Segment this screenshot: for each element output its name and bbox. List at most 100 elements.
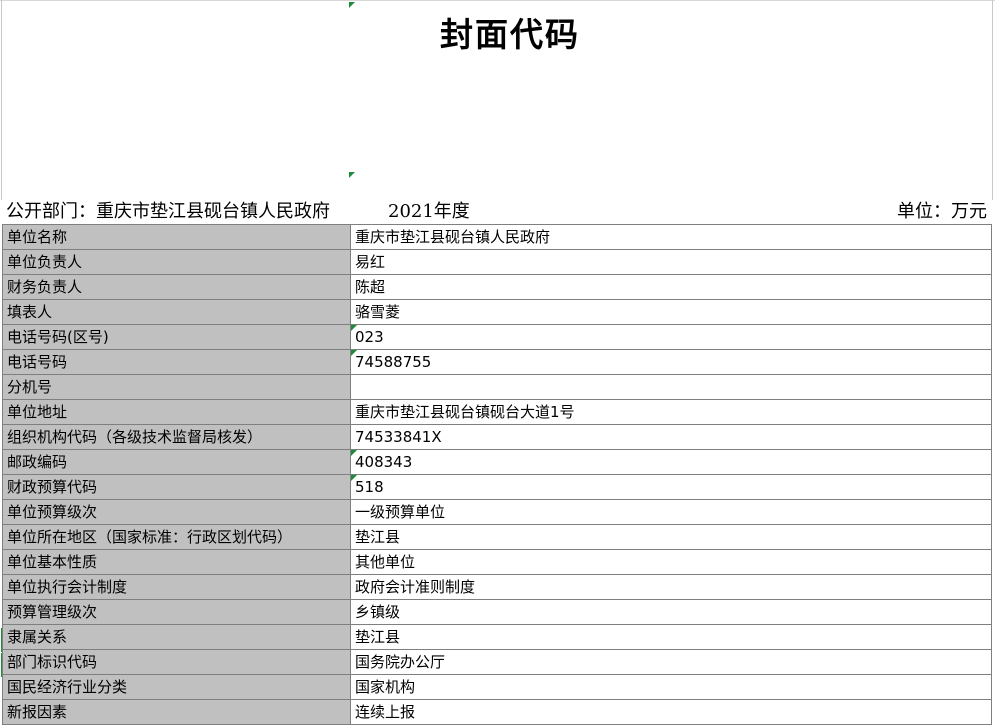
- field-label-cell[interactable]: 预算管理级次: [2, 599, 351, 625]
- frame-top-border: [0, 0, 995, 1]
- field-value-cell[interactable]: 023: [350, 324, 992, 350]
- field-label-cell[interactable]: 隶属关系: [2, 624, 351, 650]
- field-value: 国家机构: [355, 678, 416, 696]
- field-label: 电话号码: [7, 353, 68, 371]
- field-value: 023: [355, 328, 384, 346]
- field-label-cell[interactable]: 单位预算级次: [2, 499, 351, 525]
- table-row: 单位名称 重庆市垫江县砚台镇人民政府: [2, 224, 992, 250]
- department-label: 公开部门：重庆市垫江县砚台镇人民政府: [6, 201, 330, 222]
- field-label: 单位所在地区（国家标准：行政区划代码）: [7, 528, 293, 546]
- field-label-cell[interactable]: 国民经济行业分类: [2, 674, 351, 700]
- field-label-cell[interactable]: 组织机构代码（各级技术监督局核发）: [2, 424, 351, 450]
- field-value: 其他单位: [355, 553, 416, 571]
- field-label: 国民经济行业分类: [7, 678, 128, 696]
- table-row: 填表人 骆雪菱: [2, 299, 992, 325]
- field-label-cell[interactable]: 分机号: [2, 374, 351, 400]
- table-row: 单位执行会计制度 政府会计准则制度: [2, 574, 992, 600]
- field-value: 陈超: [355, 278, 386, 296]
- field-label: 隶属关系: [7, 628, 68, 646]
- field-value-cell[interactable]: 易红: [350, 249, 992, 275]
- year-label: 2021年度: [388, 201, 470, 222]
- table-row: 部门标识代码 国务院办公厅: [2, 649, 992, 675]
- field-value-cell[interactable]: 骆雪菱: [350, 299, 992, 325]
- field-value-cell[interactable]: 74588755: [350, 349, 992, 375]
- field-value-cell[interactable]: 国务院办公厅: [350, 649, 992, 675]
- field-value: 垫江县: [355, 628, 401, 646]
- field-value-cell[interactable]: 重庆市垫江县砚台镇人民政府: [350, 224, 992, 250]
- field-label: 单位地址: [7, 403, 68, 421]
- field-label-cell[interactable]: 部门标识代码: [2, 649, 351, 675]
- field-label: 单位负责人: [7, 253, 83, 271]
- text-number-marker-icon: [351, 350, 357, 356]
- field-value: 乡镇级: [355, 603, 401, 621]
- unit-label: 单位：万元: [897, 201, 987, 222]
- field-value: 74533841X: [355, 428, 442, 446]
- field-label-cell[interactable]: 单位名称: [2, 224, 351, 250]
- field-label-cell[interactable]: 新报因素: [2, 699, 351, 725]
- field-value-cell[interactable]: 国家机构: [350, 674, 992, 700]
- field-label-cell[interactable]: 电话号码(区号): [2, 324, 351, 350]
- field-value-cell[interactable]: 陈超: [350, 274, 992, 300]
- field-value: 重庆市垫江县砚台镇砚台大道1号: [355, 403, 575, 421]
- field-label-cell[interactable]: 填表人: [2, 299, 351, 325]
- field-value-cell[interactable]: 垫江县: [350, 524, 992, 550]
- field-label-cell[interactable]: 单位执行会计制度: [2, 574, 351, 600]
- field-value-cell[interactable]: 518: [350, 474, 992, 500]
- field-label-cell[interactable]: 单位负责人: [2, 249, 351, 275]
- field-label-cell[interactable]: 单位基本性质: [2, 549, 351, 575]
- field-value: 易红: [355, 253, 386, 271]
- field-label: 组织机构代码（各级技术监督局核发）: [7, 428, 263, 446]
- field-label: 单位基本性质: [7, 553, 98, 571]
- field-label-cell[interactable]: 电话号码: [2, 349, 351, 375]
- field-value-cell[interactable]: 其他单位: [350, 549, 992, 575]
- field-value: 连续上报: [355, 703, 416, 721]
- field-label: 填表人: [7, 303, 53, 321]
- table-row: 国民经济行业分类 国家机构: [2, 674, 992, 700]
- page-title: 封面代码: [440, 15, 580, 54]
- field-label: 分机号: [7, 378, 53, 396]
- field-value: 518: [355, 478, 384, 496]
- field-value: 骆雪菱: [355, 303, 401, 321]
- table-row: 单位所在地区（国家标准：行政区划代码） 垫江县: [2, 524, 992, 550]
- table-row: 财政预算代码 518: [2, 474, 992, 500]
- field-value-cell[interactable]: 重庆市垫江县砚台镇砚台大道1号: [350, 399, 992, 425]
- field-value: 国务院办公厅: [355, 653, 446, 671]
- table-row: 新报因素 连续上报: [2, 699, 992, 725]
- spreadsheet-sheet: 封面代码 公开部门：重庆市垫江县砚台镇人民政府 2021年度 单位：万元 单位名…: [0, 0, 995, 725]
- field-label: 预算管理级次: [7, 603, 98, 621]
- comment-marker-icon: [349, 172, 355, 178]
- table-row: 单位基本性质 其他单位: [2, 549, 992, 575]
- field-label: 财务负责人: [7, 278, 83, 296]
- field-value: 一级预算单位: [355, 503, 446, 521]
- field-value-cell[interactable]: [350, 374, 992, 400]
- field-value: 政府会计准则制度: [355, 578, 476, 596]
- field-label: 邮政编码: [7, 453, 68, 471]
- field-label: 部门标识代码: [7, 653, 98, 671]
- field-label: 电话号码(区号): [7, 328, 109, 346]
- field-value: 408343: [355, 453, 413, 471]
- field-label-cell[interactable]: 单位地址: [2, 399, 351, 425]
- table-row: 预算管理级次 乡镇级: [2, 599, 992, 625]
- field-value-cell[interactable]: 垫江县: [350, 624, 992, 650]
- field-value-cell[interactable]: 408343: [350, 449, 992, 475]
- field-label: 单位执行会计制度: [7, 578, 128, 596]
- field-label: 财政预算代码: [7, 478, 98, 496]
- table-row: 单位地址 重庆市垫江县砚台镇砚台大道1号: [2, 399, 992, 425]
- field-label: 单位预算级次: [7, 503, 98, 521]
- field-label: 新报因素: [7, 703, 68, 721]
- field-value-cell[interactable]: 一级预算单位: [350, 499, 992, 525]
- field-label-cell[interactable]: 单位所在地区（国家标准：行政区划代码）: [2, 524, 351, 550]
- text-number-marker-icon: [351, 475, 357, 481]
- field-label-cell[interactable]: 财务负责人: [2, 274, 351, 300]
- field-value-cell[interactable]: 74533841X: [350, 424, 992, 450]
- field-label-cell[interactable]: 财政预算代码: [2, 474, 351, 500]
- field-value-cell[interactable]: 乡镇级: [350, 599, 992, 625]
- field-value: 重庆市垫江县砚台镇人民政府: [355, 228, 551, 246]
- field-label: 单位名称: [7, 228, 68, 246]
- field-label-cell[interactable]: 邮政编码: [2, 449, 351, 475]
- field-value: 垫江县: [355, 528, 401, 546]
- text-number-marker-icon: [351, 325, 357, 331]
- field-value-cell[interactable]: 连续上报: [350, 699, 992, 725]
- field-value-cell[interactable]: 政府会计准则制度: [350, 574, 992, 600]
- table-row: 单位预算级次 一级预算单位: [2, 499, 992, 525]
